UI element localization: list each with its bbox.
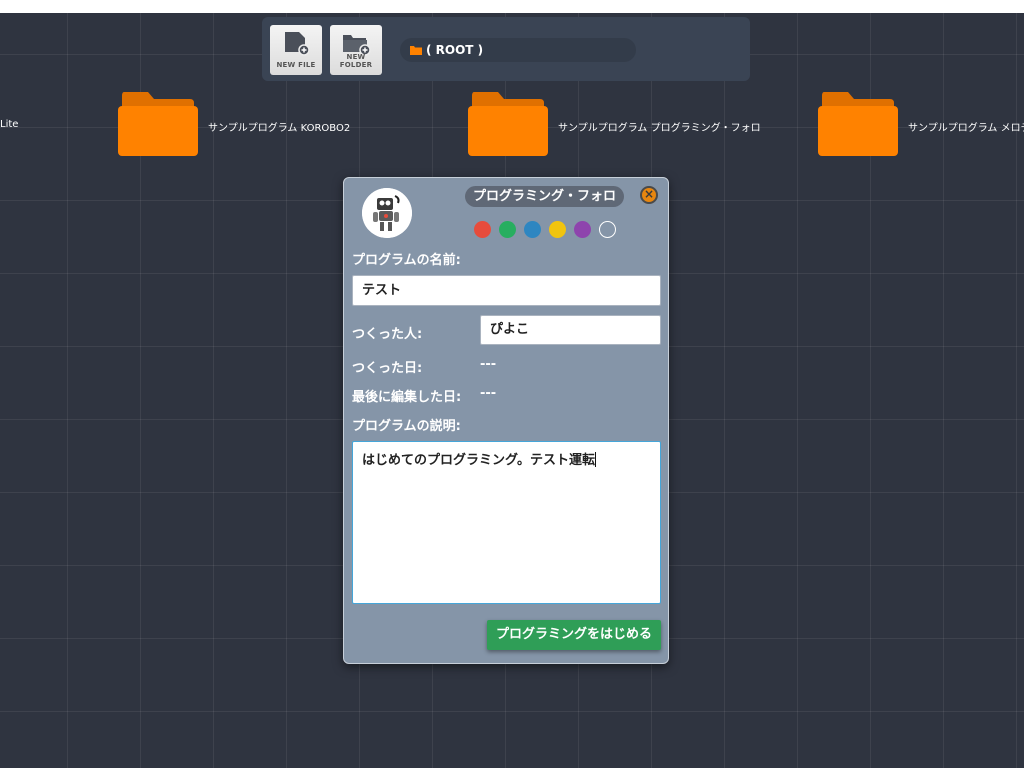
color-swatch-yellow[interactable] (549, 221, 566, 238)
color-swatch-purple[interactable] (574, 221, 591, 238)
text-caret (594, 452, 596, 467)
program-name-input[interactable]: テスト (352, 275, 661, 306)
program-name-label: プログラムの名前: (352, 253, 461, 268)
folder-label-lite[interactable]: Lite (0, 119, 18, 130)
close-icon[interactable]: × (640, 186, 658, 204)
color-swatch-green[interactable] (499, 221, 516, 238)
browser-top-strip (0, 0, 1024, 13)
folder-label: サンプルプログラム プログラミング・フォロ (558, 123, 761, 134)
new-folder-button[interactable]: NEW FOLDER (330, 25, 382, 75)
new-file-label: NEW FILE (276, 61, 316, 69)
file-toolbar: NEW FILE NEW FOLDER ( ROOT ) (262, 17, 750, 81)
robot-icon (362, 188, 412, 238)
color-swatch-blue[interactable] (524, 221, 541, 238)
author-label: つくった人: (352, 327, 423, 342)
new-folder-label: NEW FOLDER (339, 53, 373, 69)
dialog-title: プログラミング・フォロ (465, 186, 624, 207)
created-date-label: つくった日: (352, 361, 423, 376)
color-swatch-none[interactable] (599, 221, 616, 238)
breadcrumb-root: ( ROOT ) (426, 43, 484, 57)
robot-avatar (362, 188, 412, 238)
folder-label: サンプルプログラム KOROBO2 (208, 123, 351, 134)
edited-date-value: --- (480, 386, 497, 401)
description-label: プログラムの説明: (352, 419, 461, 434)
start-programming-button[interactable]: プログラミングをはじめる (487, 620, 661, 650)
folder-icon (818, 92, 898, 156)
folder-label: サンプルプログラム メロデ (908, 123, 1024, 134)
edited-date-label: 最後に編集した日: (352, 390, 462, 405)
description-text: はじめてのプログラミング。テスト運転 (362, 453, 595, 468)
breadcrumb[interactable]: ( ROOT ) (400, 38, 636, 62)
description-textarea[interactable]: はじめてのプログラミング。テスト運転 (352, 441, 661, 604)
new-file-icon (285, 32, 310, 56)
folder-icon (410, 46, 422, 55)
program-info-dialog: プログラミング・フォロ × プログラムの名前: テスト つくった人: ぴよこ つ… (343, 177, 669, 664)
folder-icon (468, 92, 548, 156)
folder-icon (118, 92, 198, 156)
created-date-value: --- (480, 357, 497, 372)
author-input[interactable]: ぴよこ (480, 315, 661, 345)
color-swatch-red[interactable] (474, 221, 491, 238)
new-file-button[interactable]: NEW FILE (270, 25, 322, 75)
